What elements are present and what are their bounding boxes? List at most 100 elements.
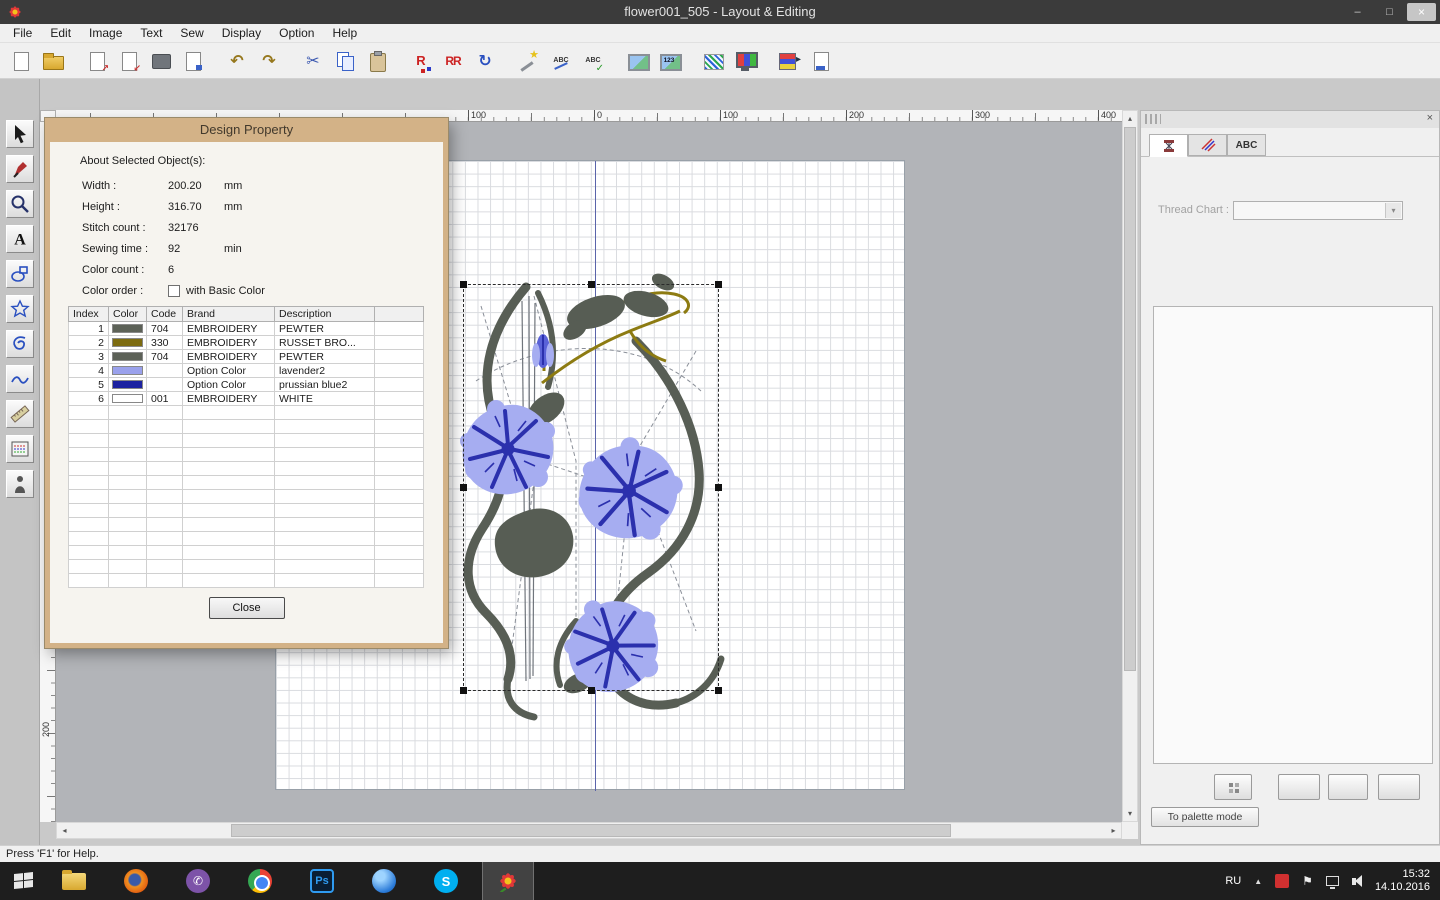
column-header-index[interactable]: Index: [69, 307, 109, 322]
shape-tool[interactable]: [6, 260, 34, 288]
text-sew-icon[interactable]: ABC: [546, 46, 576, 76]
taskbar-viber[interactable]: ✆: [172, 862, 224, 900]
taskbar-file-explorer[interactable]: [48, 862, 100, 900]
chevron-down-icon[interactable]: ▾: [1385, 203, 1401, 218]
close-window-button[interactable]: ×: [1407, 3, 1436, 21]
stitch-view-icon[interactable]: [698, 46, 728, 76]
horizontal-scroll-thumb[interactable]: [231, 824, 951, 837]
point-edit-tool[interactable]: [6, 155, 34, 183]
panel-grip-icon[interactable]: [1145, 114, 1161, 124]
selection-handle[interactable]: [460, 484, 467, 491]
menu-item-file[interactable]: File: [4, 24, 41, 43]
zoom-tool[interactable]: [6, 190, 34, 218]
thread-color-row[interactable]: 5Option Colorprussian blue2: [69, 378, 424, 392]
title-bar[interactable]: flower001_505 - Layout & Editing – □ ×: [0, 0, 1440, 24]
column-header-description[interactable]: Description: [275, 307, 375, 322]
selection-handle[interactable]: [715, 281, 722, 288]
taskbar-photoshop[interactable]: Ps: [296, 862, 348, 900]
minimize-button[interactable]: –: [1343, 3, 1372, 21]
thread-chart-dropdown[interactable]: ▾: [1233, 201, 1403, 220]
new-file-icon[interactable]: [6, 46, 36, 76]
manual-punch-tool[interactable]: [6, 365, 34, 393]
selection-handle[interactable]: [460, 281, 467, 288]
card-read-icon[interactable]: [178, 46, 208, 76]
menu-item-option[interactable]: Option: [270, 24, 323, 43]
menu-item-edit[interactable]: Edit: [41, 24, 80, 43]
select-tool[interactable]: [6, 120, 34, 148]
taskbar-firefox[interactable]: [110, 862, 162, 900]
show-hidden-icons-icon[interactable]: ▲: [1254, 877, 1262, 886]
menu-item-help[interactable]: Help: [323, 24, 366, 43]
thread-color-row[interactable]: 3704EMBROIDERYPEWTER: [69, 350, 424, 364]
thread-color-row[interactable]: 6001EMBROIDERYWHITE: [69, 392, 424, 406]
undo-icon[interactable]: ↶: [222, 46, 252, 76]
scroll-left-icon[interactable]: ◂: [57, 823, 72, 838]
language-indicator[interactable]: RU: [1225, 875, 1241, 887]
vertical-scroll-thumb[interactable]: [1124, 127, 1136, 671]
selection-handle[interactable]: [715, 687, 722, 694]
measure-tool[interactable]: [6, 400, 34, 428]
panel-title-strip[interactable]: ×: [1141, 111, 1439, 128]
copy-icon[interactable]: [330, 46, 360, 76]
card-writer-icon[interactable]: [146, 46, 176, 76]
text-tool[interactable]: A: [6, 225, 34, 253]
column-header-brand[interactable]: Brand: [183, 307, 275, 322]
design-page-icon[interactable]: [806, 46, 836, 76]
scroll-right-icon[interactable]: ▸: [1106, 823, 1121, 838]
selection-handle[interactable]: [715, 484, 722, 491]
horizontal-scrollbar[interactable]: ◂ ▸: [56, 822, 1122, 839]
scroll-up-icon[interactable]: ▴: [1123, 111, 1137, 126]
image-to-stitch-icon[interactable]: 123: [654, 46, 684, 76]
stitch-attributes-tab[interactable]: [1188, 134, 1227, 156]
volume-icon[interactable]: [1352, 878, 1356, 885]
taskbar-skype[interactable]: S: [420, 862, 472, 900]
image-open-icon[interactable]: [622, 46, 652, 76]
close-button[interactable]: Close: [209, 597, 285, 619]
palette-grid-button[interactable]: [1214, 774, 1252, 800]
redo-icon[interactable]: ↷: [254, 46, 284, 76]
text-attributes-tab[interactable]: ABC: [1227, 134, 1266, 156]
selection-bounding-box[interactable]: [463, 284, 719, 691]
sew-region-icon[interactable]: R: [406, 46, 436, 76]
panel-button-2[interactable]: [1328, 774, 1368, 800]
thread-color-row[interactable]: 4Option Colorlavender2: [69, 364, 424, 378]
stitch-simulator-icon[interactable]: [774, 46, 804, 76]
taskbar-chrome[interactable]: [234, 862, 286, 900]
text-check-icon[interactable]: ABC: [578, 46, 608, 76]
dialog-title[interactable]: Design Property: [45, 118, 448, 142]
rotate-icon[interactable]: ↻: [470, 46, 500, 76]
panel-button-1[interactable]: [1278, 774, 1320, 800]
menu-item-display[interactable]: Display: [213, 24, 270, 43]
thread-color-tab[interactable]: [1149, 134, 1188, 157]
thread-color-row[interactable]: 2330EMBROIDERYRUSSET BRO...: [69, 336, 424, 350]
thread-color-row[interactable]: 1704EMBROIDERYPEWTER: [69, 322, 424, 336]
design-settings-icon[interactable]: [514, 46, 544, 76]
import-design-icon[interactable]: [82, 46, 112, 76]
tray-red-app-icon[interactable]: [1275, 874, 1289, 888]
cut-icon[interactable]: ✂: [298, 46, 328, 76]
taskbar-browser[interactable]: [358, 862, 410, 900]
star-shape-tool[interactable]: [6, 295, 34, 323]
action-center-flag-icon[interactable]: ⚑: [1302, 874, 1313, 888]
menu-item-image[interactable]: Image: [80, 24, 131, 43]
selection-handle[interactable]: [588, 281, 595, 288]
menu-item-text[interactable]: Text: [131, 24, 171, 43]
figure-handle-tool[interactable]: [6, 470, 34, 498]
taskbar-clock[interactable]: 15:32 14.10.2016: [1375, 868, 1430, 894]
spiral-tool[interactable]: [6, 330, 34, 358]
selection-handle[interactable]: [588, 687, 595, 694]
vertical-scrollbar[interactable]: ▴ ▾: [1122, 110, 1138, 822]
export-design-icon[interactable]: [114, 46, 144, 76]
column-header-color[interactable]: Color: [109, 307, 147, 322]
sew-rr-icon[interactable]: RR: [438, 46, 468, 76]
paste-icon[interactable]: [362, 46, 392, 76]
scroll-down-icon[interactable]: ▾: [1123, 806, 1137, 821]
selection-handle[interactable]: [460, 687, 467, 694]
realistic-view-icon[interactable]: [730, 46, 760, 76]
with-basic-color-checkbox[interactable]: [168, 285, 180, 297]
open-file-icon[interactable]: [38, 46, 68, 76]
network-icon[interactable]: [1326, 876, 1339, 886]
panel-close-icon[interactable]: ×: [1427, 112, 1433, 124]
taskbar-layout-editing-active[interactable]: [482, 862, 534, 900]
to-palette-mode-button[interactable]: To palette mode: [1151, 807, 1259, 827]
